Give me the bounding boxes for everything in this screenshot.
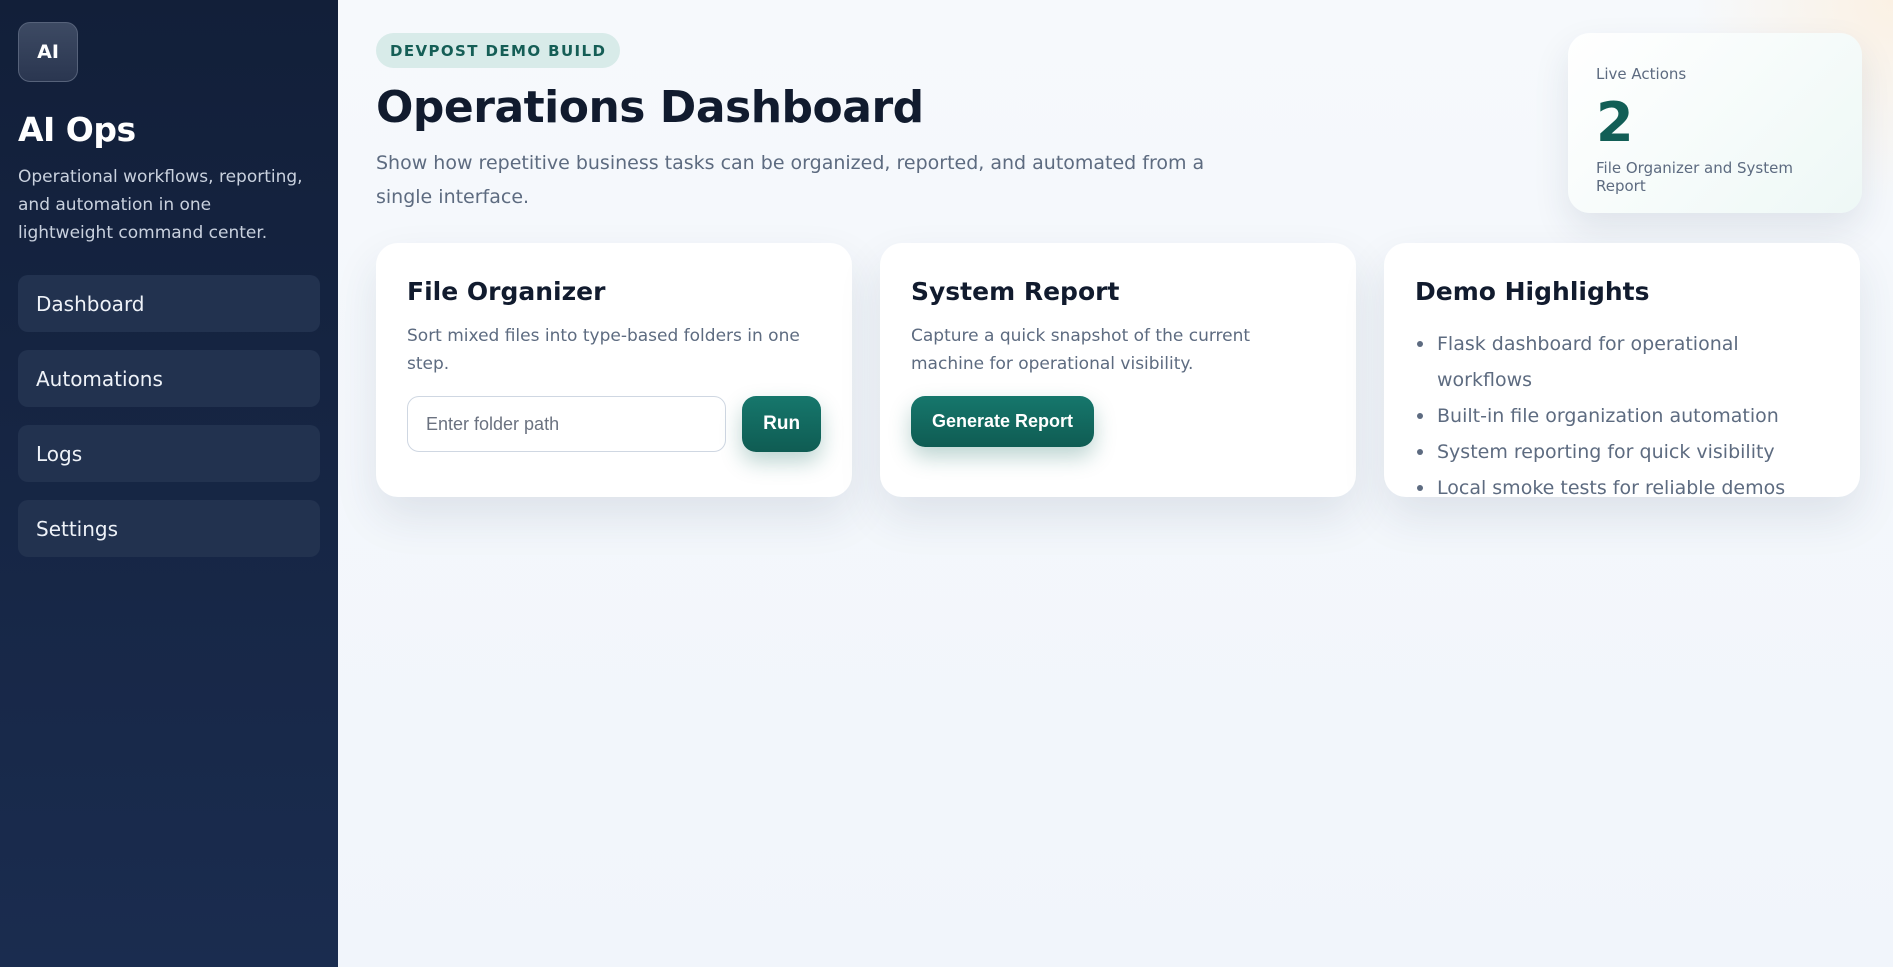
list-item: Flask dashboard for operational workflow… <box>1415 326 1829 398</box>
list-item: System reporting for quick visibility <box>1415 434 1829 470</box>
logo-badge: AI <box>18 22 78 82</box>
live-actions-card: Live Actions 2 File Organizer and System… <box>1568 33 1862 213</box>
sidebar-item-dashboard[interactable]: Dashboard <box>18 275 320 332</box>
page-title: Operations Dashboard <box>376 82 924 133</box>
list-item: Built-in file organization automation <box>1415 398 1829 434</box>
sidebar-item-automations[interactable]: Automations <box>18 350 320 407</box>
stat-label: Live Actions <box>1596 65 1687 83</box>
sidebar-item-settings[interactable]: Settings <box>18 500 320 557</box>
brand-title: AI Ops <box>18 110 136 149</box>
main-content: DEVPOST DEMO BUILD Operations Dashboard … <box>338 0 1893 967</box>
sidebar-item-logs[interactable]: Logs <box>18 425 320 482</box>
file-organizer-title: File Organizer <box>407 277 606 306</box>
file-organizer-description: Sort mixed files into type-based folders… <box>407 326 800 374</box>
folder-path-input[interactable] <box>407 396 727 452</box>
list-item: Local smoke tests for reliable demos <box>1415 470 1829 506</box>
generate-report-button[interactable]: Generate Report <box>911 396 1094 447</box>
sidebar-nav: Dashboard Automations Logs Settings <box>18 275 320 557</box>
highlights-list: Flask dashboard for operational workflow… <box>1415 326 1829 506</box>
brand-description: Operational workflows, reporting, and au… <box>18 167 303 243</box>
system-report-title: System Report <box>911 277 1120 306</box>
demo-highlights-card: Demo Highlights Flask dashboard for oper… <box>1384 243 1860 499</box>
demo-highlights-title: Demo Highlights <box>1415 277 1650 306</box>
stat-subtitle: File Organizer and System Report <box>1596 159 1793 195</box>
run-button[interactable]: Run <box>742 396 821 452</box>
system-report-description: Capture a quick snapshot of the current … <box>911 326 1251 374</box>
stat-value: 2 <box>1596 91 1634 154</box>
file-organizer-card: File Organizer Sort mixed files into typ… <box>376 243 852 497</box>
page-description: Show how repetitive business tasks can b… <box>376 152 1205 208</box>
folder-path-row: Run <box>407 396 821 452</box>
sidebar: AI AI Ops Operational workflows, reporti… <box>0 0 338 967</box>
build-badge: DEVPOST DEMO BUILD <box>376 33 621 68</box>
system-report-card: System Report Capture a quick snapshot o… <box>880 243 1356 497</box>
